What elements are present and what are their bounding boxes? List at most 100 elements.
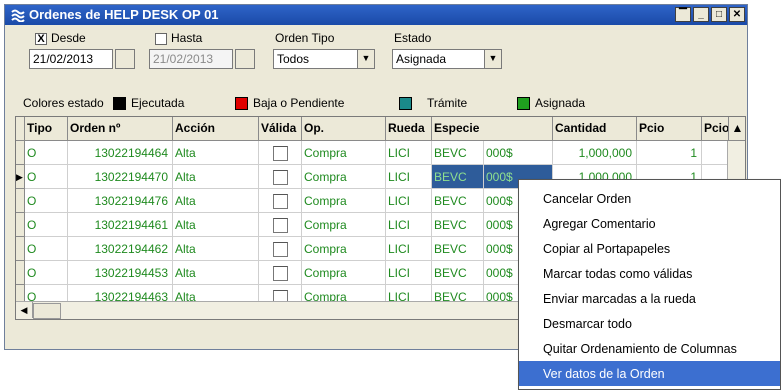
desde-label: Desde (51, 31, 86, 45)
cell-pcio-2 (702, 141, 729, 165)
hasta-calendar-button[interactable] (235, 49, 255, 69)
col-header-cantidad[interactable]: Cantidad (553, 117, 637, 141)
desde-calendar-button[interactable] (115, 49, 135, 69)
scroll-left-icon[interactable]: ◀ (16, 302, 33, 318)
cell-orden: 13022194476 (68, 189, 173, 213)
cell-accion: Alta (173, 141, 259, 165)
col-header-valida[interactable]: Válida (259, 117, 302, 141)
desde-date-field[interactable]: 21/02/2013 (29, 49, 113, 69)
context-menu: Cancelar Orden Agregar Comentario Copiar… (518, 179, 781, 390)
close-icon[interactable]: ✕ (729, 7, 745, 22)
cell-orden: 13022194461 (68, 213, 173, 237)
cell-orden: 13022194462 (68, 237, 173, 261)
cell-tipo: O (25, 165, 68, 189)
window-title: Ordenes de HELP DESK OP 01 (29, 7, 219, 22)
cell-rueda: LICI (386, 213, 432, 237)
col-header-tipo[interactable]: Tipo (25, 117, 68, 141)
cell-op: Compra (302, 261, 386, 285)
chevron-down-icon[interactable]: ▼ (357, 50, 374, 68)
cell-valida[interactable] (259, 261, 302, 285)
cell-accion: Alta (173, 165, 259, 189)
cell-pcio: 1 (637, 141, 702, 165)
maximize-icon[interactable]: □ (711, 7, 727, 22)
cell-op: Compra (302, 141, 386, 165)
legend-swatch-tramite (399, 97, 412, 110)
estado-select[interactable]: Asignada ▼ (392, 49, 502, 69)
cell-valida[interactable] (259, 213, 302, 237)
row-indicator (16, 189, 25, 213)
cell-accion: Alta (173, 213, 259, 237)
cell-rueda: LICI (386, 141, 432, 165)
col-header-orden[interactable]: Orden nº (68, 117, 173, 141)
cell-especie: BEVC (432, 141, 484, 165)
menu-item-desmarcar[interactable]: Desmarcar todo (519, 311, 780, 336)
valida-checkbox[interactable] (272, 242, 288, 257)
app-icon (11, 9, 25, 22)
legend-swatch-asignada (517, 97, 530, 110)
col-header-pcio[interactable]: Pcio (637, 117, 702, 141)
menu-item-copiar[interactable]: Copiar al Portapapeles (519, 236, 780, 261)
menu-item-agregar-comentario[interactable]: Agregar Comentario (519, 211, 780, 236)
legend-swatch-ejecutada (113, 97, 126, 110)
col-header-accion[interactable]: Acción (173, 117, 259, 141)
valida-checkbox[interactable] (272, 266, 288, 281)
row-indicator (16, 261, 25, 285)
scroll-up-icon[interactable]: ▲ (729, 117, 745, 141)
cell-especie: BEVC (432, 165, 484, 189)
menu-item-quitar-orden[interactable]: Quitar Ordenamiento de Columnas (519, 336, 780, 361)
orden-tipo-label: Orden Tipo (275, 31, 335, 45)
minimize-icon[interactable]: _ (693, 7, 709, 22)
scrollbar-thumb[interactable] (33, 303, 61, 319)
estado-label: Estado (394, 31, 432, 45)
cell-valida[interactable] (259, 165, 302, 189)
cell-rueda: LICI (386, 165, 432, 189)
cell-orden: 13022194470 (68, 165, 173, 189)
menu-item-ver-datos[interactable]: Ver datos de la Orden (519, 361, 780, 386)
cell-valida[interactable] (259, 189, 302, 213)
orden-tipo-select[interactable]: Todos ▼ (273, 49, 375, 69)
valida-checkbox[interactable] (272, 170, 288, 185)
legend-label-baja: Baja o Pendiente (253, 96, 345, 110)
menu-item-cancelar-orden[interactable]: Cancelar Orden (519, 186, 780, 211)
cell-accion: Alta (173, 237, 259, 261)
cell-accion: Alta (173, 189, 259, 213)
cell-valida[interactable] (259, 141, 302, 165)
menu-item-enviar-rueda[interactable]: Enviar marcadas a la rueda (519, 286, 780, 311)
restore-icon[interactable]: ▔ (675, 7, 691, 22)
cell-rueda: LICI (386, 189, 432, 213)
cell-cantidad: 1,000,000 (553, 141, 637, 165)
cell-tipo: O (25, 189, 68, 213)
row-indicator (16, 141, 25, 165)
cell-especie: BEVC (432, 189, 484, 213)
cell-especie: BEVC (432, 261, 484, 285)
cell-valida[interactable] (259, 237, 302, 261)
desde-checkbox[interactable]: X (35, 33, 47, 45)
hasta-checkbox[interactable] (155, 33, 167, 45)
valida-checkbox[interactable] (272, 194, 288, 209)
cell-tipo: O (25, 261, 68, 285)
row-indicator (16, 213, 25, 237)
estado-value: Asignada (396, 52, 447, 66)
valida-checkbox[interactable] (272, 218, 288, 233)
cell-tipo: O (25, 237, 68, 261)
cell-especie: BEVC (432, 237, 484, 261)
col-header-op[interactable]: Op. (302, 117, 386, 141)
cell-tipo: O (25, 141, 68, 165)
hasta-date-field[interactable]: 21/02/2013 (149, 49, 233, 69)
cell-especie: BEVC (432, 213, 484, 237)
cell-accion: Alta (173, 261, 259, 285)
chevron-down-icon[interactable]: ▼ (484, 50, 501, 68)
col-header-pcio-2[interactable]: Pcio (702, 117, 729, 141)
current-row-indicator: ▶ (16, 165, 25, 189)
menu-item-marcar-validas[interactable]: Marcar todas como válidas (519, 261, 780, 286)
cell-op: Compra (302, 213, 386, 237)
col-header-especie[interactable]: Especie (432, 117, 553, 141)
col-header-rueda[interactable]: Rueda (386, 117, 432, 141)
title-bar[interactable]: Ordenes de HELP DESK OP 01 ▔ _ □ ✕ (5, 5, 747, 25)
row-indicator (16, 237, 25, 261)
legend-label-asignada: Asignada (535, 96, 586, 110)
valida-checkbox[interactable] (272, 146, 288, 161)
legend-label-ejecutada: Ejecutada (131, 96, 185, 110)
legend-swatch-baja (235, 97, 248, 110)
cell-op: Compra (302, 165, 386, 189)
